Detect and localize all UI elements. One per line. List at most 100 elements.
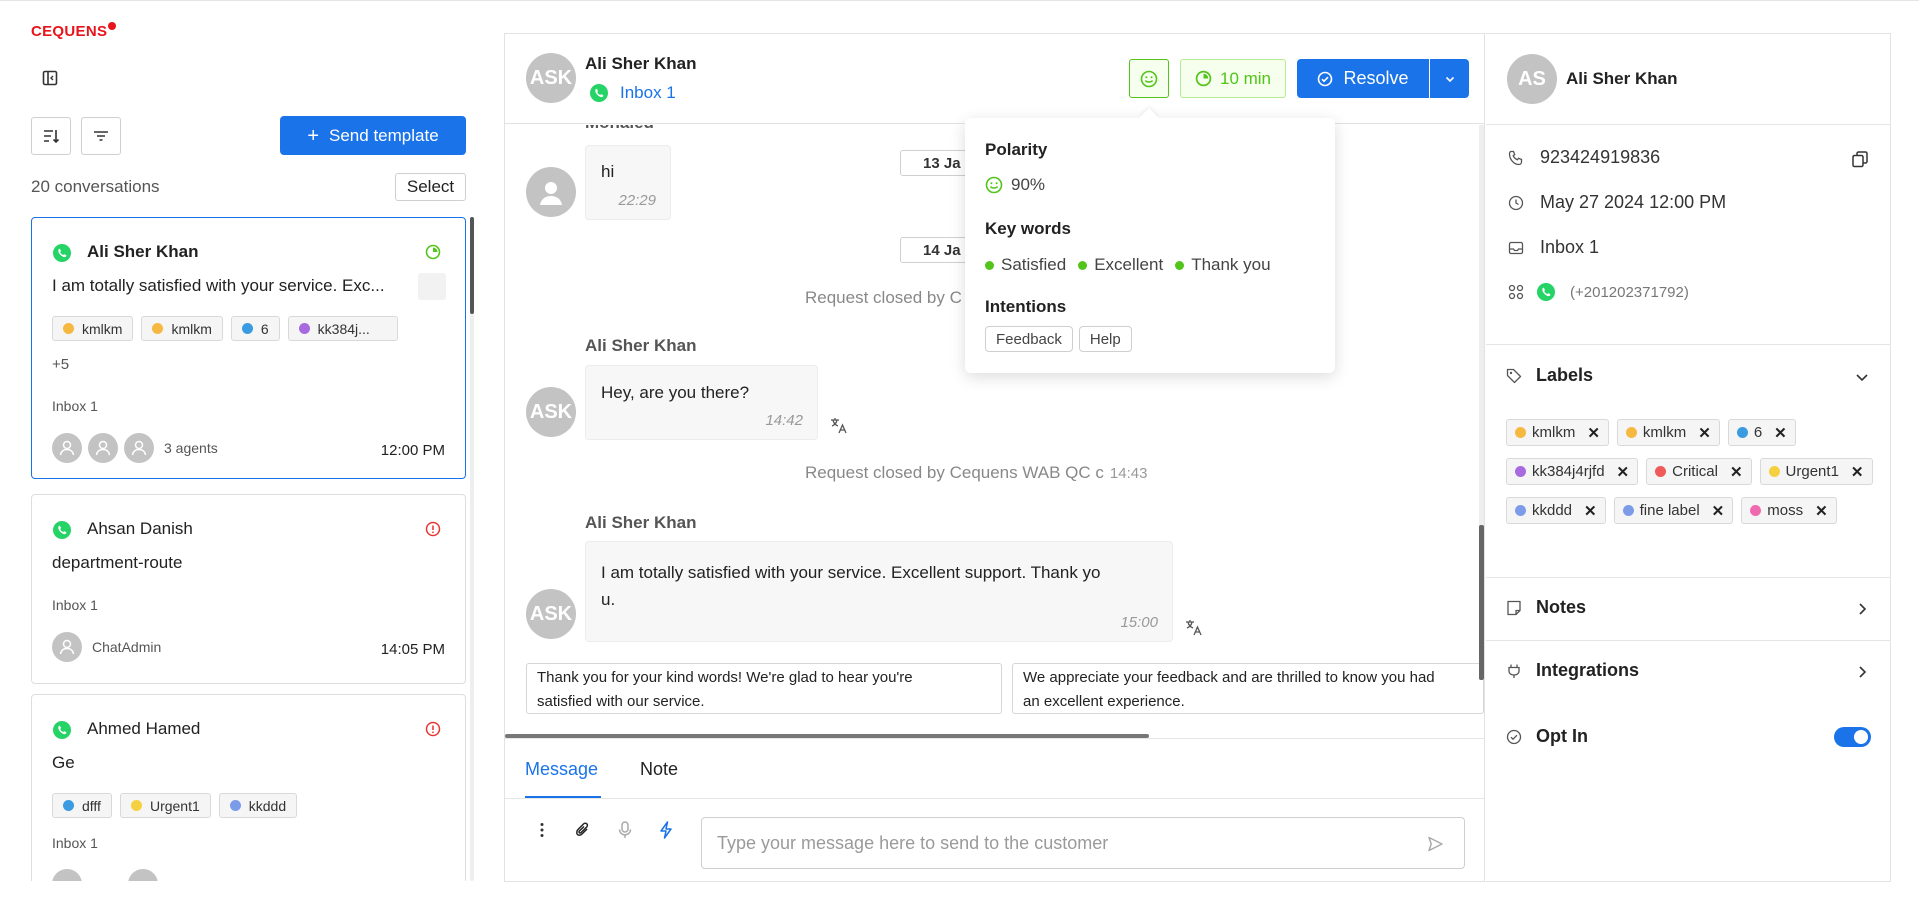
resolve-dropdown-button[interactable] [1430, 59, 1469, 98]
user-icon [95, 440, 111, 456]
resolve-button[interactable]: Resolve [1297, 59, 1429, 98]
check-circle-icon [1506, 729, 1522, 744]
attachment-icon[interactable] [573, 820, 593, 840]
avatar [526, 167, 576, 217]
remove-label-icon[interactable]: ✕ [1774, 424, 1787, 442]
select-button[interactable]: Select [395, 173, 466, 201]
contact-name: Ali Sher Khan [585, 54, 697, 73]
translate-icon[interactable] [829, 416, 849, 436]
quick-reply-icon[interactable] [656, 820, 676, 840]
send-icon[interactable] [1426, 835, 1444, 853]
chevron-right-icon[interactable] [1854, 664, 1870, 680]
copy-icon[interactable] [1851, 150, 1869, 168]
integrations-section-header[interactable]: Integrations [1506, 660, 1639, 681]
alert-icon [425, 521, 441, 537]
note-icon [1507, 600, 1521, 615]
remove-label-icon[interactable]: ✕ [1815, 502, 1828, 520]
keyword: Thank you [1175, 255, 1271, 275]
contact-name: Ahsan Danish [87, 519, 193, 538]
sidebar-collapse-icon[interactable] [38, 67, 62, 89]
polarity-value: 90% [985, 175, 1045, 195]
conversation-card[interactable]: Ahsan Danish department-route Inbox 1 Ch… [31, 494, 466, 684]
send-template-label: Send template [329, 125, 439, 145]
send-template-button[interactable]: + Send template [280, 116, 466, 155]
more-options-icon[interactable] [532, 820, 552, 840]
avatar [88, 433, 118, 463]
tab-message[interactable]: Message [525, 759, 598, 780]
labels-section-header[interactable]: Labels [1506, 365, 1593, 386]
keyword: Satisfied [985, 255, 1066, 275]
sentiment-popover: Polarity 90% Key words Satisfied Excelle… [965, 108, 1335, 373]
chevron-down-icon [1445, 76, 1454, 82]
chat-scrollbar[interactable] [1479, 525, 1484, 680]
label-chip: moss ✕ [1741, 497, 1837, 524]
contact-phone-row: 923424919836 [1506, 147, 1660, 168]
chevron-right-icon[interactable] [1854, 601, 1870, 617]
conversation-card[interactable]: Ahmed Hamed Ge dfff Urgent1 kkddd Inbox … [31, 694, 466, 881]
message-text: I am totally satisfied with your service… [601, 563, 1101, 609]
chevron-down-icon[interactable] [1854, 369, 1870, 385]
intention-tag: Help [1078, 326, 1132, 352]
message-text: Hey, are you there? [601, 383, 750, 402]
inbox-icon [1508, 241, 1524, 254]
remove-label-icon[interactable]: ✕ [1730, 463, 1743, 481]
timer-value: 10 min [1219, 68, 1272, 88]
remove-label-icon[interactable]: ✕ [1851, 463, 1864, 481]
whatsapp-icon [53, 521, 71, 539]
microphone-icon[interactable] [615, 820, 635, 840]
avatar [52, 433, 82, 463]
tag: kk384j... [287, 316, 398, 341]
avatar: ASK [526, 387, 576, 437]
smiley-icon [985, 176, 1003, 194]
avatar [52, 869, 82, 881]
cequens-logo: CEQUENS [31, 22, 117, 40]
contact-name: Ahmed Hamed [87, 719, 201, 738]
remove-label-icon[interactable]: ✕ [1698, 424, 1711, 442]
composer-tabs: Message Note [505, 738, 1484, 799]
translate-icon[interactable] [1184, 618, 1204, 638]
notes-section-header[interactable]: Notes [1506, 597, 1586, 618]
inbox-link[interactable]: Inbox 1 [620, 83, 676, 103]
contact-details-panel: AS Ali Sher Khan 923424919836 May 27 202… [1486, 33, 1891, 882]
timer-badge: 10 min [1180, 59, 1286, 98]
tag: Urgent1 [119, 793, 211, 818]
whatsapp-icon [53, 721, 71, 739]
tag: kkddd [218, 793, 298, 818]
suggested-reply[interactable]: We appreciate your feedback and are thri… [1012, 663, 1484, 714]
inbox-name: Inbox 1 [52, 597, 98, 613]
user-icon [59, 440, 75, 456]
message-time: 14:42 [765, 412, 803, 429]
conversation-time: 14:05 PM [380, 641, 445, 658]
remove-label-icon[interactable]: ✕ [1712, 502, 1725, 520]
divider [1486, 124, 1891, 125]
remove-label-icon[interactable]: ✕ [1617, 463, 1630, 481]
message-bubble: hi 22:29 [585, 145, 671, 220]
sentiment-button[interactable] [1129, 59, 1169, 98]
message-preview: department-route [52, 553, 183, 572]
keywords-list: Satisfied Excellent Thank you [985, 255, 1271, 275]
label-chip: fine label ✕ [1613, 497, 1734, 524]
message-preview: Ge [52, 753, 75, 772]
tabs-divider [505, 798, 1484, 799]
conversation-list-scrollbar[interactable] [470, 217, 474, 314]
contact-name: Ali Sher Khan [87, 242, 199, 261]
sort-button[interactable] [31, 117, 71, 155]
message-input[interactable] [702, 818, 1402, 868]
whatsapp-icon [590, 84, 608, 102]
remove-label-icon[interactable]: ✕ [1587, 424, 1600, 442]
tab-note[interactable]: Note [640, 759, 678, 780]
keyword: Excellent [1078, 255, 1163, 275]
preview-placeholder [418, 273, 446, 300]
message-bubble: I am totally satisfied with your service… [585, 541, 1173, 642]
suggested-reply[interactable]: Thank you for your kind words! We're gla… [526, 663, 1002, 714]
phone-number: 923424919836 [1540, 147, 1661, 167]
check-circle-icon [1318, 71, 1333, 86]
opt-in-toggle[interactable] [1834, 727, 1871, 747]
tag: dfff [52, 793, 112, 818]
remove-label-icon[interactable]: ✕ [1584, 502, 1597, 520]
filter-button[interactable] [81, 117, 121, 155]
label-list: kmlkm ✕ kmlkm ✕ 6 ✕ kk384j4rjfd ✕ Critical ✕ … [1506, 419, 1876, 524]
avatar: AS [1507, 54, 1557, 104]
conversation-card[interactable]: Ali Sher Khan I am totally satisfied wit… [31, 217, 466, 479]
message-time: 15:00 [1120, 614, 1158, 631]
